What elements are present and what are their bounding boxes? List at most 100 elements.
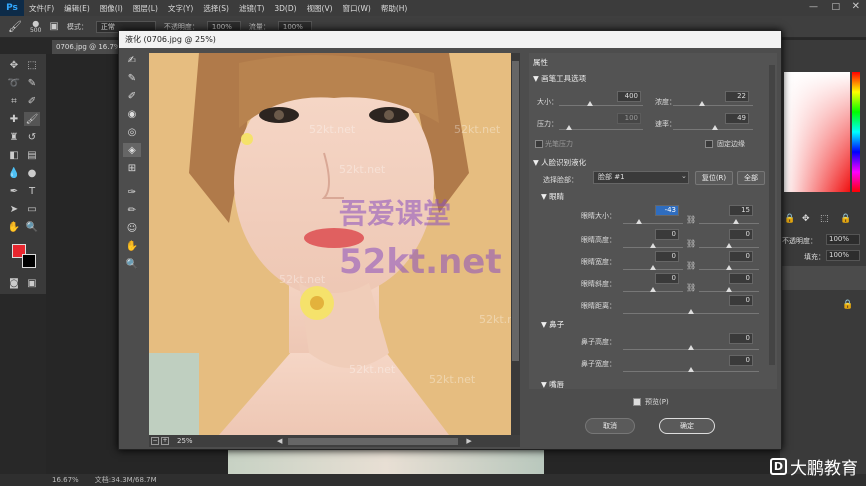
eye-size-right-field[interactable]: 15 (729, 205, 753, 216)
lasso-tool-icon[interactable]: ➰ (6, 76, 22, 90)
history-brush-icon[interactable]: ↺ (24, 130, 40, 144)
menu-edit[interactable]: 编辑(E) (59, 3, 95, 14)
nose-width-thumb[interactable] (688, 367, 694, 372)
push-left-icon[interactable]: ⊞ (123, 161, 141, 175)
menu-select[interactable]: 选择(S) (198, 3, 234, 14)
preview-checkbox[interactable] (633, 398, 641, 406)
menu-window[interactable]: 窗口(W) (338, 3, 376, 14)
zoom-in-button[interactable]: + (161, 437, 169, 445)
healing-brush-icon[interactable]: ✚ (6, 112, 22, 126)
dialog-title[interactable]: 液化 (0706.jpg @ 25%) (119, 31, 781, 48)
size-field[interactable]: 400 (617, 91, 641, 102)
reset-button[interactable]: 复位(R) (695, 171, 733, 185)
brush-options-section[interactable]: ▼ 画笔工具选项 (533, 73, 586, 84)
nose-section[interactable]: ▼ 鼻子 (541, 319, 564, 330)
density-slider-thumb[interactable] (699, 101, 705, 106)
eye-size-right-slider[interactable] (699, 223, 759, 224)
dodge-tool-icon[interactable]: ● (24, 166, 40, 180)
eye-width-left-field[interactable]: 0 (655, 251, 679, 262)
stylus-pressure-checkbox[interactable] (535, 140, 543, 148)
clone-stamp-icon[interactable]: ♜ (6, 130, 22, 144)
eyes-section[interactable]: ▼ 眼睛 (541, 191, 564, 202)
move-tool-icon[interactable]: ✥ (6, 58, 22, 72)
eye-width-right-thumb[interactable] (726, 265, 732, 270)
zoom-out-button[interactable]: − (151, 437, 159, 445)
quick-mask-icon[interactable]: ◙ (6, 276, 22, 290)
eyedropper-icon[interactable]: ✐ (24, 94, 40, 108)
pressure-field[interactable]: 100 (617, 113, 641, 124)
mouth-section[interactable]: ▼ 嘴唇 (541, 379, 564, 389)
layer-lock-all-icon[interactable]: 🔒 (840, 214, 851, 224)
freeze-mask-icon[interactable]: ✑ (123, 185, 141, 199)
eye-height-right-thumb[interactable] (726, 243, 732, 248)
close-icon[interactable]: ✕ (852, 1, 860, 12)
zoom-tool-icon[interactable]: 🔍 (24, 220, 40, 234)
shape-tool-icon[interactable]: ▭ (24, 202, 40, 216)
eye-width-right-field[interactable]: 0 (729, 251, 753, 262)
eye-height-right-field[interactable]: 0 (729, 229, 753, 240)
eye-size-left-field[interactable]: -43 (655, 205, 679, 216)
nose-width-field[interactable]: 0 (729, 355, 753, 366)
menu-type[interactable]: 文字(Y) (163, 3, 198, 14)
zoom-icon[interactable]: 🔍 (123, 257, 141, 271)
pen-tool-icon[interactable]: ✒ (6, 184, 22, 198)
link-icon[interactable]: ⛓ (686, 239, 696, 248)
preview-vertical-scrollbar[interactable] (511, 53, 520, 435)
nose-height-thumb[interactable] (688, 345, 694, 350)
eye-tilt-right-thumb[interactable] (726, 287, 732, 292)
minimize-icon[interactable]: — (809, 2, 818, 12)
marquee-tool-icon[interactable]: ⬚ (24, 58, 40, 72)
layer-fill-field[interactable]: 100% (826, 250, 860, 261)
face-aware-section[interactable]: ▼ 人脸识别液化 (533, 157, 586, 168)
twirl-icon[interactable]: ◉ (123, 107, 141, 121)
layer-lock-icon[interactable]: 🔒 (784, 214, 795, 224)
scroll-right-icon[interactable]: ▶ (466, 437, 471, 445)
menu-filter[interactable]: 滤镜(T) (234, 3, 269, 14)
menu-view[interactable]: 视图(V) (302, 3, 338, 14)
eye-size-left-slider[interactable] (623, 223, 683, 224)
reconstruct-icon[interactable]: ✎ (123, 71, 141, 85)
menu-file[interactable]: 文件(F) (24, 3, 59, 14)
layer-opacity-field[interactable]: 100% (826, 234, 860, 245)
link-icon[interactable]: ⛓ (686, 261, 696, 270)
crop-tool-icon[interactable]: ⌗ (6, 94, 22, 108)
link-icon[interactable]: ⛓ (686, 215, 696, 224)
pressure-slider-thumb[interactable] (566, 125, 572, 130)
eye-size-left-thumb[interactable] (636, 219, 642, 224)
density-slider[interactable] (673, 105, 753, 106)
rate-slider-thumb[interactable] (712, 125, 718, 130)
brush-size-preview[interactable]: ● 500 (30, 19, 41, 34)
eye-width-left-thumb[interactable] (650, 265, 656, 270)
rate-field[interactable]: 49 (725, 113, 749, 124)
eye-tilt-right-field[interactable]: 0 (729, 273, 753, 284)
smooth-icon[interactable]: ✐ (123, 89, 141, 103)
screen-mode-icon[interactable]: ▣ (24, 276, 40, 290)
properties-scrollbar[interactable] (769, 65, 775, 365)
ok-button[interactable]: 确定 (659, 418, 715, 434)
hand-tool-icon[interactable]: ✋ (6, 220, 22, 234)
all-button[interactable]: 全部 (737, 171, 765, 185)
eye-distance-thumb[interactable] (688, 309, 694, 314)
vertical-scroll-thumb[interactable] (512, 61, 519, 361)
face-tool-icon[interactable]: ☺ (123, 221, 141, 235)
eye-height-left-field[interactable]: 0 (655, 229, 679, 240)
color-picker-field[interactable] (784, 72, 850, 192)
status-zoom[interactable]: 16.67% (52, 476, 79, 484)
scroll-left-icon[interactable]: ◀ (277, 437, 282, 445)
maximize-icon[interactable]: □ (831, 2, 840, 12)
thaw-mask-icon[interactable]: ✏ (123, 203, 141, 217)
layer-row[interactable] (780, 266, 866, 290)
brush-tool-icon[interactable]: 🖌 (24, 112, 40, 126)
nose-height-field[interactable]: 0 (729, 333, 753, 344)
size-slider-thumb[interactable] (587, 101, 593, 106)
size-slider[interactable] (559, 105, 643, 106)
hand-icon[interactable]: ✋ (123, 239, 141, 253)
path-select-icon[interactable]: ➤ (6, 202, 22, 216)
bloat-icon[interactable]: ◈ (123, 143, 141, 157)
layer-artboard-icon[interactable]: ⬚ (820, 214, 829, 224)
preview-image[interactable]: 吾爱课堂 52kt.net 52kt.net 52kt.net 52kt.net… (149, 53, 511, 435)
type-tool-icon[interactable]: T (24, 184, 40, 198)
eraser-icon[interactable]: ◧ (6, 148, 22, 162)
quick-select-icon[interactable]: ✎ (24, 76, 40, 90)
menu-layer[interactable]: 图层(L) (128, 3, 163, 14)
